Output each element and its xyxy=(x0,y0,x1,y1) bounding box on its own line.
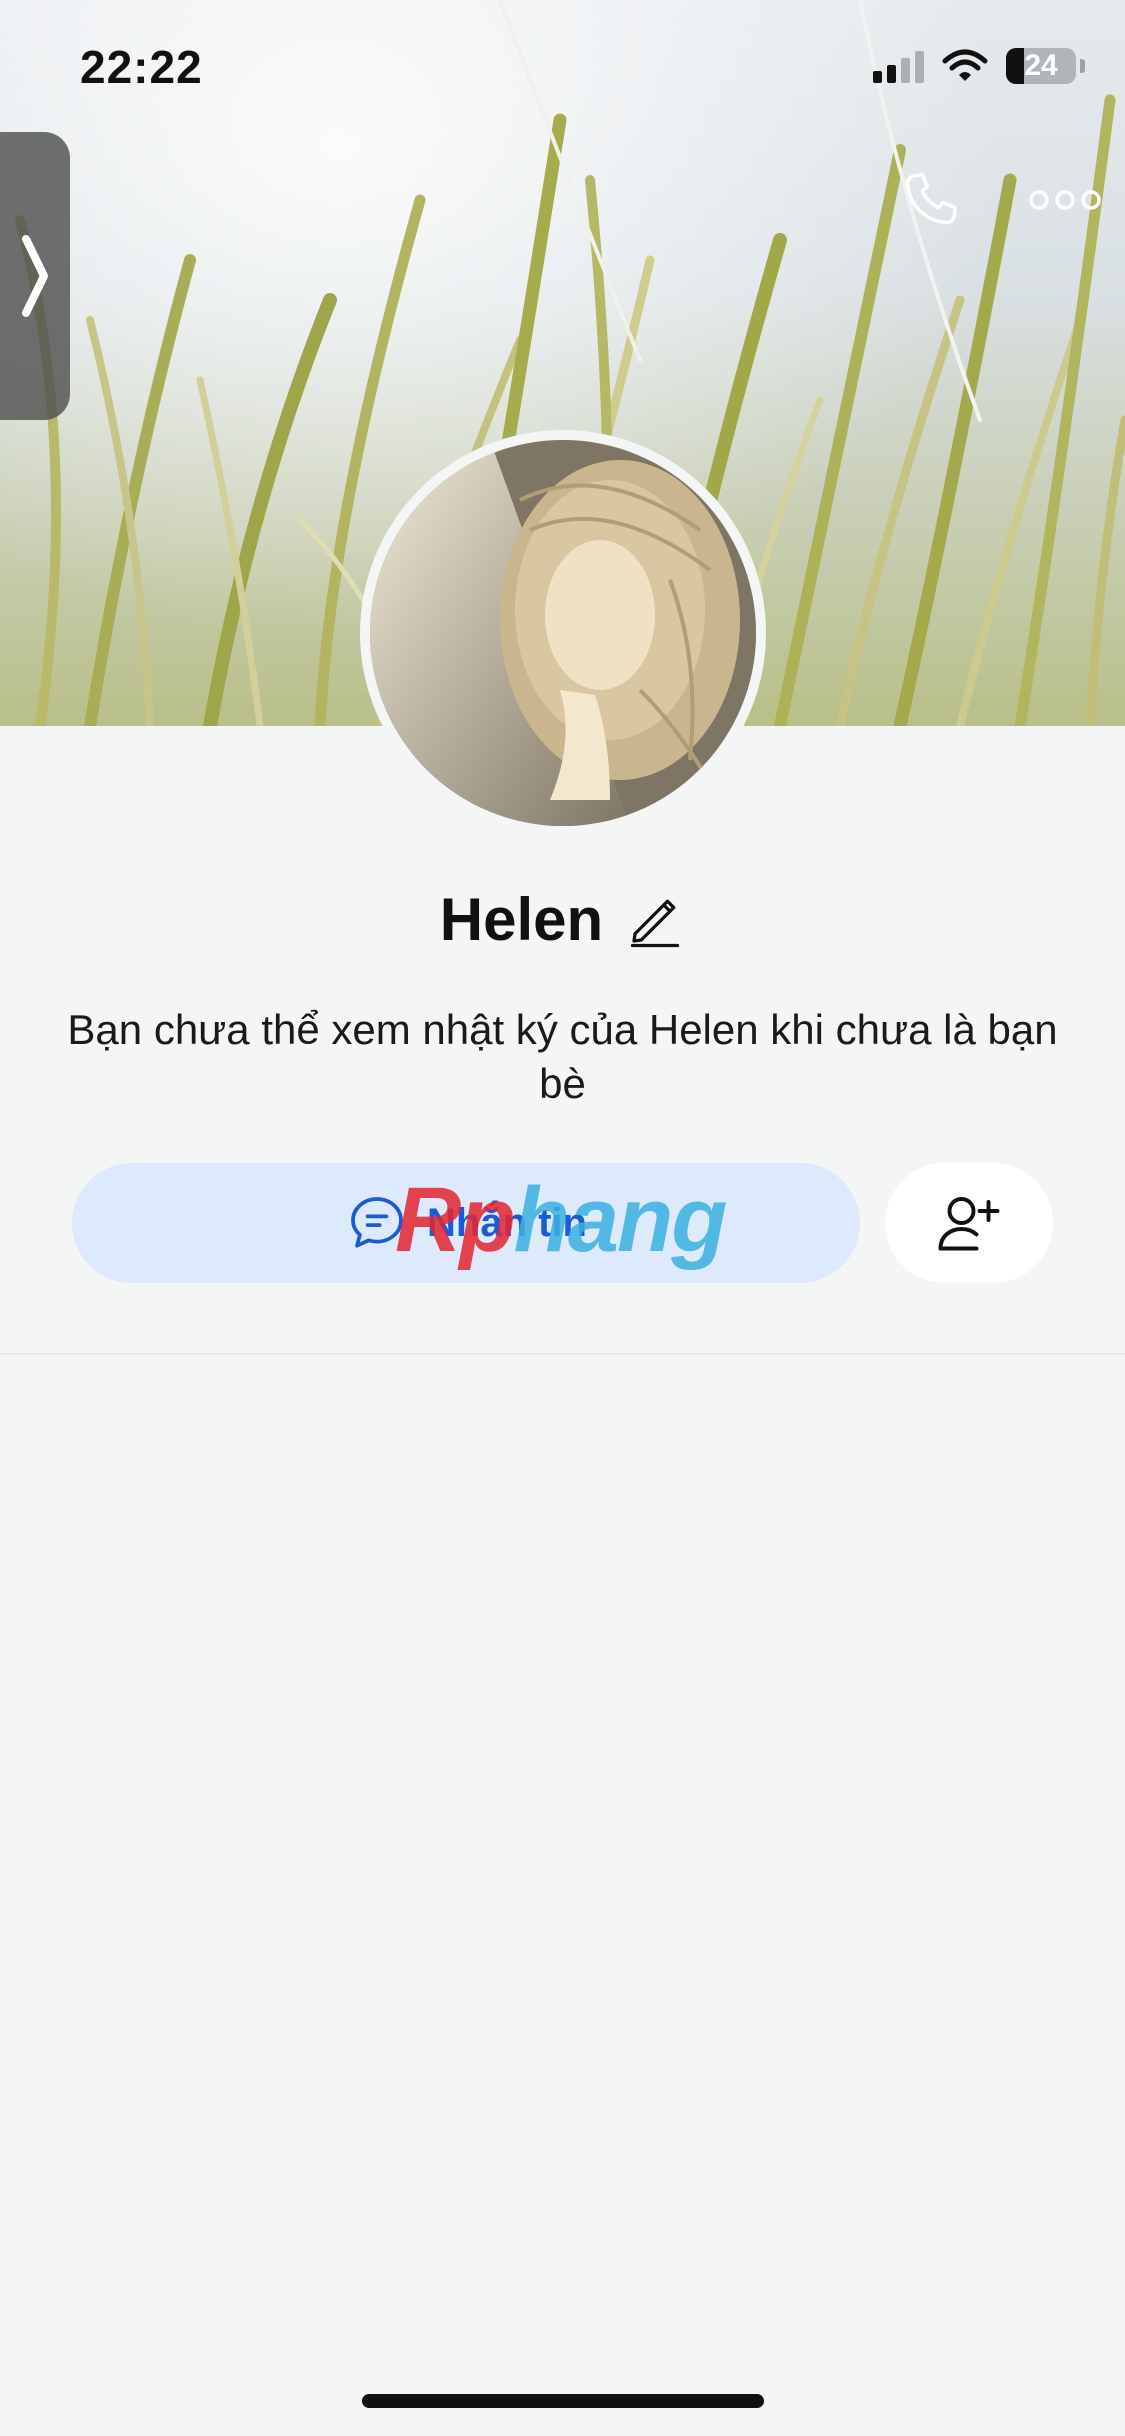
diary-privacy-notice: Bạn chưa thể xem nhật ký của Helen khi c… xyxy=(67,1006,1058,1107)
section-divider xyxy=(0,1353,1125,1355)
battery-level: 24 xyxy=(1024,49,1058,82)
profile-name: Helen xyxy=(439,886,604,953)
more-options-button[interactable] xyxy=(1020,160,1110,240)
status-time: 22:22 xyxy=(80,41,203,93)
profile-name-row: Helen xyxy=(0,885,1125,954)
message-button[interactable]: Nhắn tin xyxy=(72,1163,860,1283)
praying-figure-image xyxy=(370,440,756,826)
add-friend-button[interactable] xyxy=(885,1163,1053,1283)
message-button-label: Nhắn tin xyxy=(427,1200,587,1245)
more-horizontal-icon xyxy=(1029,190,1101,210)
call-button[interactable] xyxy=(890,160,970,240)
wifi-icon xyxy=(942,49,988,81)
side-panel-tab[interactable] xyxy=(0,132,70,420)
status-icons: 24 xyxy=(873,48,1085,84)
home-indicator xyxy=(362,2394,764,2408)
phone-icon xyxy=(905,172,957,225)
battery-fill xyxy=(1006,48,1025,84)
battery-icon: 24 xyxy=(1006,48,1076,84)
chat-bubble-icon xyxy=(351,1197,403,1248)
add-friend-icon xyxy=(938,1197,1000,1251)
avatar[interactable] xyxy=(360,430,766,836)
cellular-signal-icon xyxy=(873,49,924,83)
chevron-right-icon xyxy=(22,235,48,317)
battery-tip xyxy=(1080,59,1085,73)
profile-screen: 22:22 24 Helen Bạn chưa thể xem nhật ký … xyxy=(0,0,1125,2436)
avatar-image xyxy=(370,440,756,826)
pencil-icon[interactable] xyxy=(625,890,685,950)
